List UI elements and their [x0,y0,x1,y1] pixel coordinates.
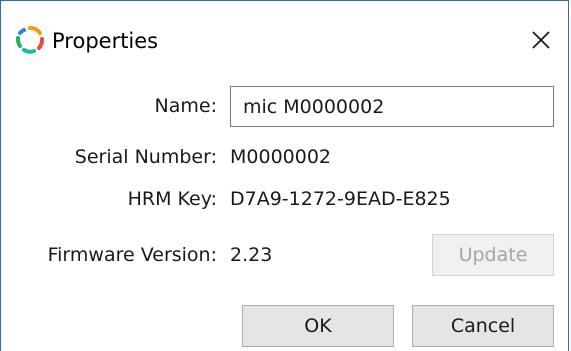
hrm-key-value: D7A9-1272-9EAD-E825 [230,188,451,210]
firmware-version-value: 2.23 [230,244,273,266]
update-button[interactable]: Update [432,234,554,276]
window-title: Properties [52,29,159,53]
cancel-button[interactable]: Cancel [412,305,554,347]
app-logo-icon [15,25,45,55]
name-label: Name: [154,95,217,117]
title-bar[interactable]: Properties [1,1,568,79]
serial-number-value: M0000002 [230,146,332,168]
close-icon [532,31,550,49]
close-button[interactable] [526,25,556,55]
name-input[interactable] [230,86,554,127]
properties-dialog: Properties Name: Serial Number: M0000002… [0,0,569,351]
serial-number-label: Serial Number: [74,146,217,168]
ok-button[interactable]: OK [242,305,394,347]
firmware-version-label: Firmware Version: [47,244,217,266]
hrm-key-label: HRM Key: [127,188,217,210]
